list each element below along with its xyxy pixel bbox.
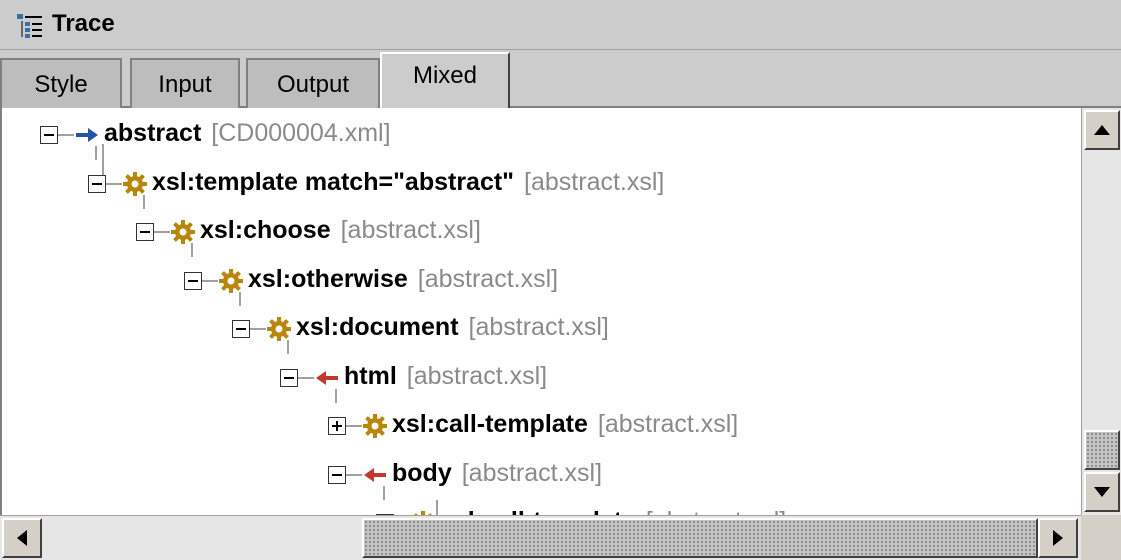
red-arrow-icon bbox=[362, 462, 388, 488]
tree-node[interactable]: xsl:call-template [abstract.xsl] bbox=[376, 500, 1081, 515]
scroll-left-button[interactable] bbox=[2, 518, 42, 558]
arrow-right-icon bbox=[1053, 530, 1063, 546]
vertical-scrollbar[interactable] bbox=[1081, 108, 1121, 515]
tab-strip: Style Input Output Mixed bbox=[0, 50, 1121, 110]
blue-arrow-icon bbox=[74, 122, 100, 148]
node-source-file: [abstract.xsl] bbox=[461, 458, 603, 487]
tab-style[interactable]: Style bbox=[0, 58, 122, 108]
tree-node-label: xsl:call-template [abstract.xsl] bbox=[440, 507, 786, 515]
tree-node[interactable]: abstract [CD000004.xml] bbox=[40, 112, 940, 158]
collapse-toggle[interactable] bbox=[232, 320, 250, 338]
tree-connector bbox=[335, 388, 337, 403]
arrow-down-icon bbox=[1094, 487, 1110, 497]
tree-node-label: body [abstract.xsl] bbox=[392, 459, 602, 488]
node-source-file: [abstract.xsl] bbox=[468, 313, 609, 341]
tree-node-label: html [abstract.xsl] bbox=[344, 362, 547, 391]
node-name: xsl:call-template bbox=[440, 507, 636, 515]
node-name: xsl:document bbox=[296, 313, 459, 341]
tree-node[interactable]: xsl:otherwise [abstract.xsl] bbox=[184, 258, 1081, 304]
tree-node-label: xsl:otherwise [abstract.xsl] bbox=[248, 265, 558, 294]
node-source-file: [abstract.xsl] bbox=[406, 361, 548, 390]
tree-node[interactable]: xsl:choose [abstract.xsl] bbox=[136, 209, 1036, 255]
trace-tree-icon bbox=[17, 14, 42, 38]
node-source-file: [abstract.xsl] bbox=[417, 264, 559, 293]
collapse-toggle[interactable] bbox=[40, 126, 58, 144]
node-source-file: [abstract.xsl] bbox=[597, 410, 739, 438]
node-source-file: [abstract.xsl] bbox=[524, 167, 665, 196]
node-name: xsl:call-template bbox=[392, 410, 588, 438]
scroll-down-button[interactable] bbox=[1084, 472, 1120, 512]
node-name: xsl:otherwise bbox=[248, 264, 408, 293]
tree-connector bbox=[383, 485, 385, 500]
tree-connector bbox=[191, 243, 193, 257]
tree-node[interactable]: xsl:document [abstract.xsl] bbox=[232, 306, 1081, 352]
tree-connector bbox=[95, 146, 97, 160]
horizontal-scrollbar[interactable] bbox=[0, 515, 1081, 560]
node-source-file: [abstract.xsl] bbox=[340, 216, 481, 244]
tree-connector bbox=[287, 340, 289, 354]
horizontal-scroll-thumb[interactable] bbox=[362, 518, 1038, 558]
tree-node-label: xsl:choose [abstract.xsl] bbox=[200, 216, 481, 245]
arrow-left-icon bbox=[17, 530, 27, 546]
gear-icon bbox=[170, 219, 196, 245]
tree-connector bbox=[106, 182, 122, 185]
vertical-scroll-thumb[interactable] bbox=[1084, 430, 1120, 470]
tree-connector bbox=[250, 328, 266, 330]
tab-input[interactable]: Input bbox=[130, 58, 240, 108]
scroll-up-button[interactable] bbox=[1084, 110, 1120, 150]
collapse-toggle[interactable] bbox=[328, 465, 346, 484]
tree-node-label: xsl:template match="abstract" [abstract.x… bbox=[152, 168, 664, 197]
scrollbar-corner bbox=[1081, 515, 1121, 560]
tree-connector bbox=[143, 194, 145, 209]
red-arrow-icon bbox=[314, 365, 340, 391]
tree-connector bbox=[154, 231, 170, 233]
scroll-right-button[interactable] bbox=[1038, 518, 1078, 558]
tree-node-label: xsl:document [abstract.xsl] bbox=[296, 313, 609, 342]
arrow-up-icon bbox=[1094, 125, 1110, 135]
tab-mixed[interactable]: Mixed bbox=[380, 52, 510, 110]
gear-icon bbox=[362, 413, 388, 439]
node-name: abstract bbox=[104, 119, 202, 147]
tree-node-label: xsl:call-template [abstract.xsl] bbox=[392, 410, 738, 439]
collapse-toggle[interactable] bbox=[280, 368, 298, 387]
tree-connector bbox=[202, 279, 218, 282]
tree-node[interactable]: xsl:template match="abstract" [abstract.x… bbox=[88, 161, 988, 207]
tree-node[interactable]: xsl:call-template [abstract.xsl] bbox=[328, 403, 1081, 449]
gear-icon bbox=[122, 171, 148, 197]
collapse-toggle[interactable] bbox=[88, 174, 106, 193]
node-name: body bbox=[392, 458, 452, 487]
tree-connector bbox=[346, 473, 362, 476]
tree-node[interactable]: body [abstract.xsl] bbox=[328, 452, 1081, 498]
panel-title: Trace bbox=[52, 10, 115, 37]
tree-connector bbox=[346, 425, 362, 427]
tree-connector bbox=[58, 134, 74, 136]
tree-connector bbox=[239, 291, 241, 306]
tree-connector bbox=[298, 376, 314, 379]
node-source-file: [abstract.xsl] bbox=[646, 507, 786, 515]
expand-toggle[interactable] bbox=[328, 417, 346, 435]
gear-icon bbox=[266, 316, 292, 342]
panel-titlebar: Trace bbox=[0, 0, 1121, 50]
node-name: html bbox=[344, 361, 397, 390]
tree-node[interactable]: html [abstract.xsl] bbox=[280, 355, 1081, 401]
tab-output[interactable]: Output bbox=[246, 58, 380, 108]
collapse-toggle[interactable] bbox=[136, 223, 154, 241]
collapse-toggle[interactable] bbox=[184, 271, 202, 290]
node-name: xsl:choose bbox=[200, 216, 331, 244]
tree-node-label: abstract [CD000004.xml] bbox=[104, 119, 391, 148]
node-name: xsl:template match="abstract" bbox=[152, 167, 515, 196]
gear-icon bbox=[218, 268, 244, 294]
trace-tree[interactable]: abstract [CD000004.xml] xsl:template match… bbox=[0, 108, 1081, 515]
node-source-file: [CD000004.xml] bbox=[211, 119, 391, 147]
